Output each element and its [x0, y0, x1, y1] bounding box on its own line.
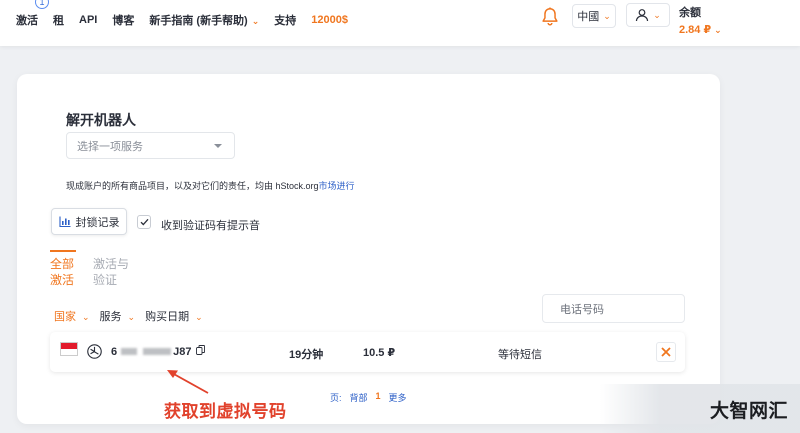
indonesia-flag-icon	[60, 342, 78, 356]
balance-label: 余额	[679, 7, 701, 19]
language-selector[interactable]: 中國 ⌄	[572, 4, 616, 28]
user-menu[interactable]: ⌄	[626, 3, 670, 27]
sound-checkbox-label: 收到验证码有提示音	[161, 220, 260, 232]
annotation-arrow-icon	[167, 370, 209, 394]
redacted-digits	[143, 348, 171, 355]
nav-api[interactable]: API	[79, 14, 97, 26]
nav-support[interactable]: 支持	[274, 12, 296, 28]
pagination: 页: 背部 1 更多	[330, 391, 407, 404]
filter-service[interactable]: 服务 ⌄	[100, 308, 136, 324]
tab-active-indicator	[50, 250, 76, 252]
nav-promo[interactable]: 12000$	[311, 14, 348, 26]
checkmark-icon	[140, 218, 148, 226]
openai-icon	[87, 344, 102, 359]
sound-checkbox[interactable]	[137, 215, 151, 229]
tab-all-activations[interactable]: 全部激活	[50, 256, 78, 288]
main-nav: 激活 租 API 博客 新手指南 (新手帮助) ⌄ 支持 12000$	[16, 12, 363, 28]
pager-more-link[interactable]: 更多	[389, 391, 407, 404]
bar-chart-icon	[58, 216, 70, 227]
filter-country[interactable]: 国家 ⌄	[54, 308, 90, 324]
service-select[interactable]: 选择一项服务	[66, 132, 235, 159]
user-icon	[636, 9, 649, 22]
filter-bar: 国家 ⌄ 服务 ⌄ 购买日期 ⌄	[54, 308, 213, 324]
chevron-down-icon: ⌄	[195, 312, 203, 322]
price-value: 10.5 ₽	[363, 347, 396, 359]
pager-current[interactable]: 1	[376, 391, 381, 404]
bell-icon[interactable]	[539, 6, 561, 28]
top-bar: 激活 租 API 博客 新手指南 (新手帮助) ⌄ 支持 12000$ 1 中國 …	[0, 0, 800, 46]
notice-text: 现成账户的所有商品项目，以及对它们的责任，均由 hStock.org市场进行	[66, 181, 355, 191]
lock-records-button[interactable]: 封锁记录	[51, 208, 127, 235]
chevron-down-icon: ⌄	[603, 10, 611, 21]
redacted-digits	[121, 348, 137, 355]
phone-search-input[interactable]: 电话号码	[542, 294, 685, 323]
balance-block[interactable]: 余额 2.84 ₽ ⌄	[679, 4, 722, 36]
duration-value: 19分钟	[289, 349, 324, 361]
copy-icon[interactable]	[196, 345, 205, 355]
caret-down-icon	[214, 144, 222, 148]
cancel-button[interactable]	[656, 342, 676, 362]
watermark-text: 大智网汇	[710, 401, 789, 422]
close-icon	[661, 347, 671, 357]
chevron-down-icon: ⌄	[714, 25, 722, 35]
filter-purchase-date[interactable]: 购买日期 ⌄	[145, 308, 203, 324]
tab-activation-verification[interactable]: 激活与验证	[93, 256, 129, 288]
market-link[interactable]: 市场进行	[319, 181, 355, 191]
pager-back-link[interactable]: 背部	[350, 391, 368, 404]
status-value: 等待短信	[498, 349, 542, 361]
chevron-down-icon: ⌄	[82, 312, 90, 322]
balance-value: 2.84 ₽ ⌄	[679, 24, 722, 36]
annotation-text: 获取到虚拟号码	[164, 402, 287, 421]
nav-blog[interactable]: 博客	[112, 12, 134, 28]
chevron-down-icon: ⌄	[251, 16, 260, 26]
nav-guide[interactable]: 新手指南 (新手帮助) ⌄	[149, 12, 259, 28]
chevron-down-icon: ⌄	[127, 312, 136, 322]
activation-count-badge: 1	[35, 0, 49, 9]
nav-rent[interactable]: 租	[53, 12, 64, 28]
page-title: 解开机器人	[66, 112, 136, 128]
chevron-down-icon: ⌄	[653, 9, 661, 20]
nav-activation[interactable]: 激活	[16, 12, 38, 28]
